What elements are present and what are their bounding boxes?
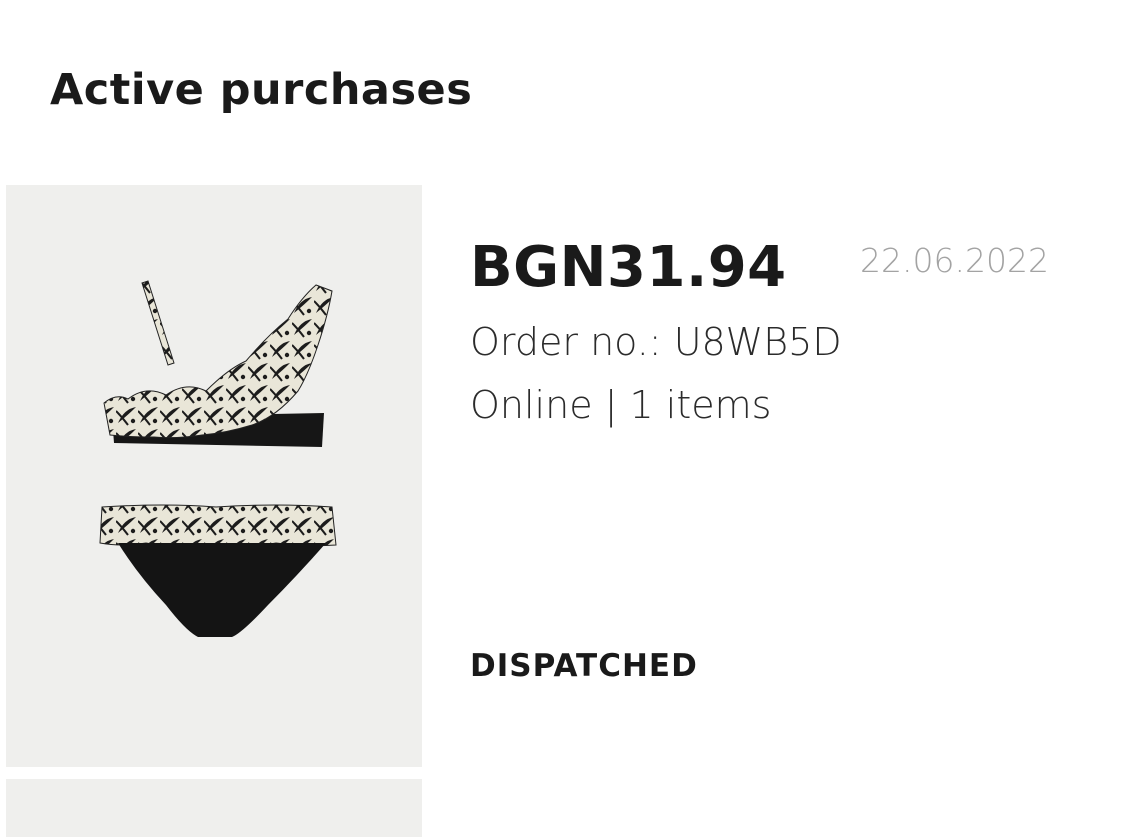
bikini-illustration [99,280,337,637]
order-card[interactable]: BGN31.94 22.06.2022 Order no.: U8WB5D On… [6,185,1125,767]
order-price: BGN31.94 [470,235,787,300]
page-title: Active purchases [50,65,473,115]
order-date: 22.06.2022 [860,241,1049,280]
next-order-image[interactable] [6,779,422,837]
order-number: Order no.: U8WB5D [470,320,842,364]
active-purchases-page: Active purchases BGN31.94 22.06.2022 Ord… [0,0,1125,837]
order-channel-items: Online | 1 items [470,383,772,427]
product-image[interactable] [6,185,422,767]
order-status: DISPATCHED [470,648,698,684]
